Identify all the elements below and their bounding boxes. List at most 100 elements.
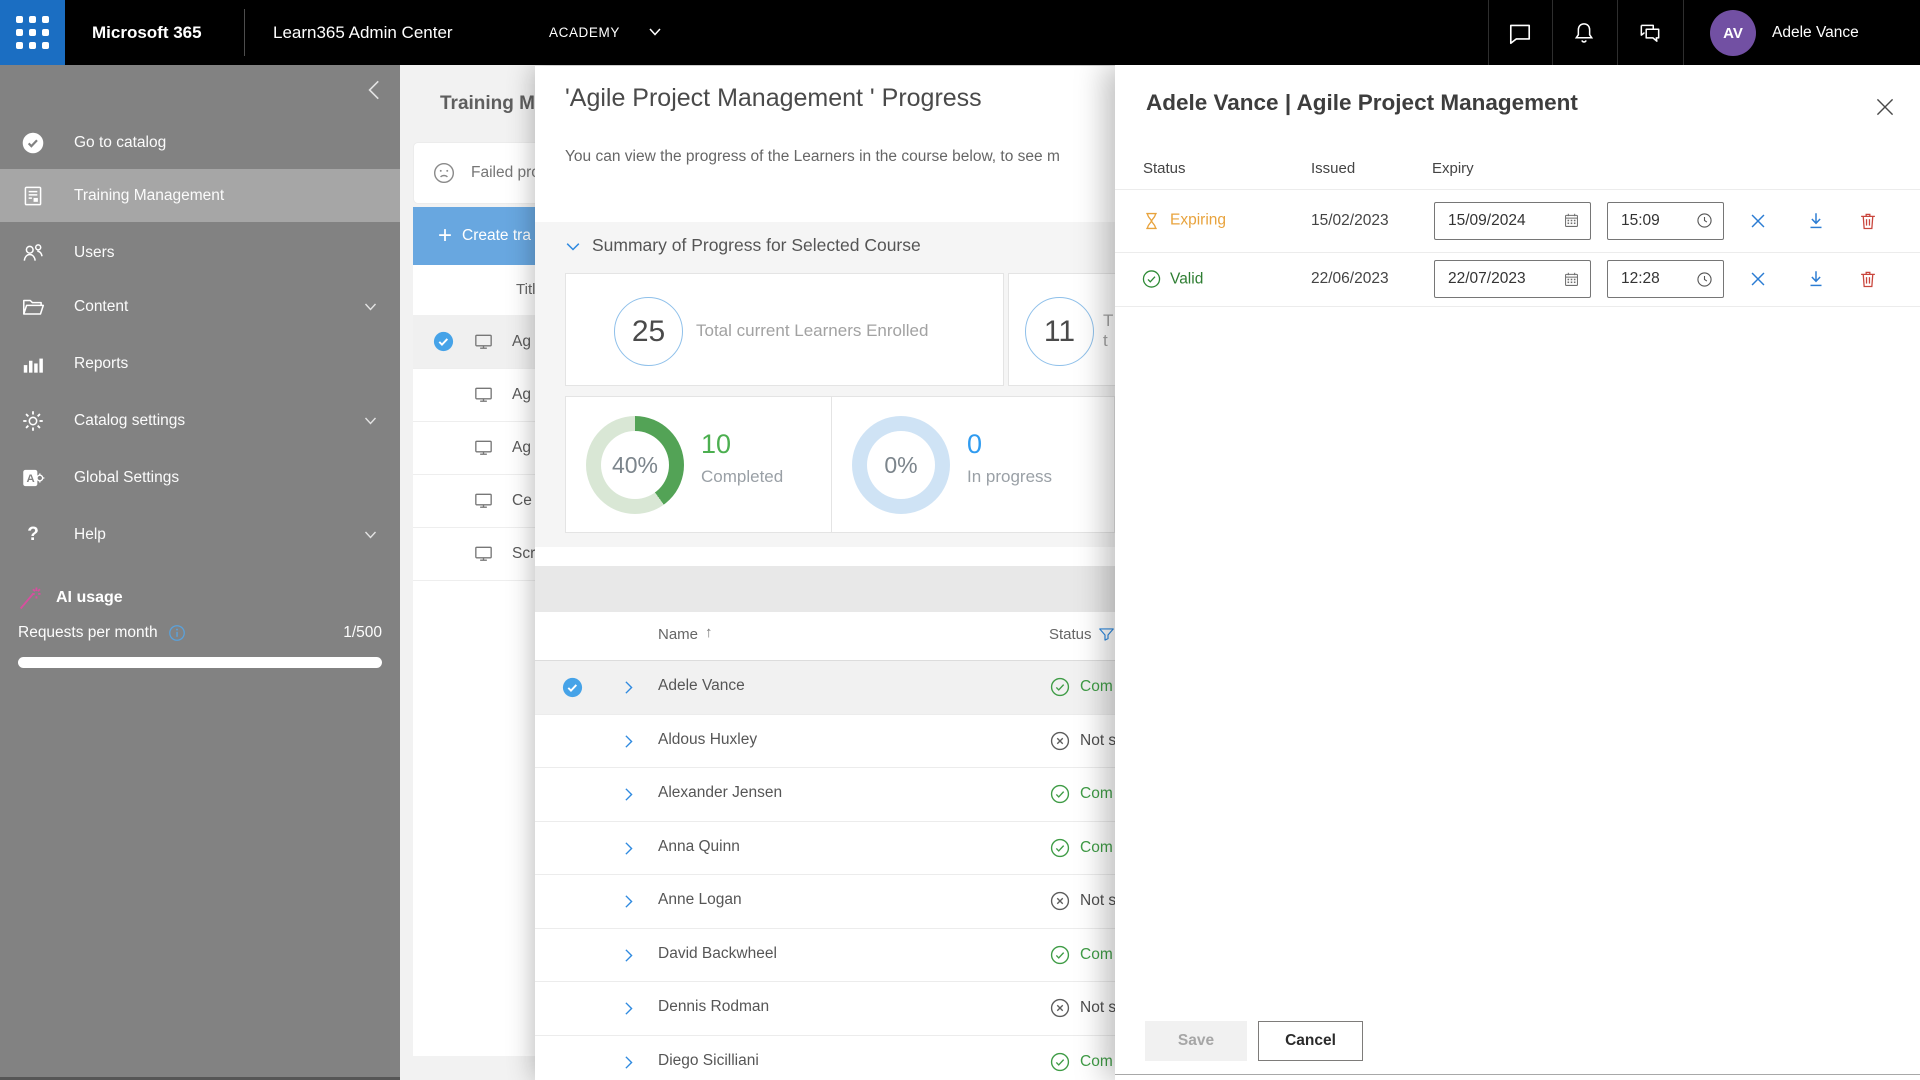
sidebar-item-reports[interactable]: Reports (0, 337, 400, 390)
chevron-down-icon[interactable] (363, 302, 378, 312)
sidebar-item-label: Help (74, 525, 106, 543)
info-icon[interactable] (167, 623, 187, 643)
folder-icon (20, 294, 46, 320)
certificate-row: Expiring 15/02/2023 15/09/2024 15:09 (1115, 189, 1920, 252)
clock-icon[interactable] (1695, 211, 1714, 230)
chat-icon[interactable] (1507, 20, 1533, 46)
magic-wand-icon (16, 584, 44, 612)
learner-row[interactable]: Dennis Rodman Not s (535, 982, 1115, 1036)
expiry-time-value: 12:28 (1621, 270, 1660, 287)
expiry-date-value: 15/09/2024 (1448, 211, 1526, 229)
sidebar-item-go-to-catalog[interactable]: Go to catalog (0, 116, 400, 169)
learner-table-header: Name ↑ Status (535, 612, 1115, 661)
learner-row[interactable]: Anna Quinn Com (535, 822, 1115, 875)
issued-date: 22/06/2023 (1311, 270, 1389, 287)
expand-chevron-icon[interactable] (618, 731, 639, 752)
app-launcher-button[interactable] (0, 0, 65, 65)
course-monitor-icon (472, 489, 495, 512)
learner-name: Dennis Rodman (658, 998, 770, 1015)
certificate-status: Valid (1141, 269, 1203, 290)
expand-chevron-icon[interactable] (618, 1052, 639, 1073)
collapse-summary-chevron-icon[interactable] (563, 237, 583, 257)
selected-check-icon[interactable] (561, 676, 584, 699)
requests-progress-bar (18, 657, 382, 668)
clear-expiry-icon[interactable] (1747, 210, 1769, 232)
download-certificate-icon[interactable] (1805, 268, 1827, 290)
notifications-bell-icon[interactable] (1571, 20, 1597, 46)
stat-card-enrolled: 25 Total current Learners Enrolled (565, 273, 1004, 386)
failed-filter-label: Failed pro (471, 164, 540, 181)
users-icon (20, 240, 46, 266)
chevron-down-icon[interactable] (363, 530, 378, 540)
donut-label: In progress (967, 467, 1053, 486)
expand-chevron-icon[interactable] (618, 891, 639, 912)
summary-section-header[interactable]: Summary of Progress for Selected Course (592, 235, 921, 256)
donut-value: 10 (701, 429, 732, 459)
completed-check-circle-icon (1049, 783, 1071, 805)
certificate-row: Valid 22/06/2023 22/07/2023 12:28 (1115, 252, 1920, 306)
learner-row[interactable]: Anne Logan Not s (535, 875, 1115, 929)
expiry-date-input[interactable]: 15/09/2024 (1434, 201, 1591, 240)
save-button[interactable]: Save (1145, 1021, 1247, 1061)
sidebar-item-label: Reports (74, 354, 129, 372)
calendar-icon[interactable] (1562, 211, 1581, 230)
sidebar-item-help[interactable]: ? Help (0, 508, 400, 561)
close-icon[interactable] (1872, 94, 1898, 120)
requests-label: Requests per month (18, 624, 158, 641)
feedback-bubbles-icon[interactable] (1637, 20, 1663, 46)
learner-name: Anna Quinn (658, 837, 740, 855)
catalog-check-icon (20, 130, 46, 156)
delete-certificate-trash-icon[interactable] (1857, 210, 1879, 232)
status-column-header: Status (1143, 160, 1186, 177)
chevron-down-icon[interactable] (363, 416, 378, 426)
tenant-selector[interactable]: ACADEMY (549, 0, 620, 65)
sidebar-item-catalog-settings[interactable]: Catalog settings (0, 394, 400, 447)
sidebar-item-training-management[interactable]: Training Management (0, 169, 400, 222)
sidebar: Go to catalog Training Management Users (0, 65, 400, 1080)
expiry-time-value: 15:09 (1621, 211, 1660, 229)
download-certificate-icon[interactable] (1805, 210, 1827, 232)
name-column-header[interactable]: Name (658, 626, 698, 643)
learner-row[interactable]: Alexander Jensen Com (535, 768, 1115, 822)
sidebar-item-global-settings[interactable]: A Global Settings (0, 451, 400, 504)
stat-value-circle: 25 (614, 297, 683, 366)
learner-status: Not s (1080, 892, 1115, 909)
topbar-separator (1488, 0, 1489, 65)
chevron-down-icon[interactable] (648, 27, 662, 37)
course-progress-dialog: 'Agile Project Management ' Progress You… (535, 66, 1115, 1080)
expiry-time-input[interactable]: 15:09 (1607, 201, 1724, 240)
expand-chevron-icon[interactable] (618, 677, 639, 698)
issued-date: 15/02/2023 (1311, 211, 1389, 229)
expiry-time-input[interactable]: 12:28 (1607, 260, 1724, 298)
collapse-sidebar-chevron-icon[interactable] (362, 77, 388, 103)
donut-value: 0 (967, 429, 983, 459)
sidebar-item-users[interactable]: Users (0, 226, 400, 279)
sad-face-icon (431, 160, 457, 186)
avatar[interactable]: AV (1710, 10, 1756, 56)
requests-per-month-row: Requests per month 1/500 (18, 620, 382, 646)
sidebar-item-content[interactable]: Content (0, 280, 400, 333)
expand-chevron-icon[interactable] (618, 998, 639, 1019)
stat-value-circle: 11 (1025, 297, 1094, 366)
expiry-date-value: 22/07/2023 (1448, 270, 1526, 287)
learner-row[interactable]: David Backwheel Com (535, 929, 1115, 982)
expiry-date-input[interactable]: 22/07/2023 (1434, 260, 1591, 298)
selected-check-icon[interactable] (432, 330, 455, 353)
learner-row[interactable]: Diego Sicilliani Com (535, 1036, 1115, 1080)
delete-certificate-trash-icon[interactable] (1857, 268, 1879, 290)
expand-chevron-icon[interactable] (618, 838, 639, 859)
sort-ascending-icon[interactable]: ↑ (705, 624, 713, 641)
learner-row[interactable]: Adele Vance Com (535, 661, 1115, 715)
expand-chevron-icon[interactable] (618, 784, 639, 805)
sidebar-item-ai-usage[interactable]: AI usage (0, 578, 400, 618)
clock-icon[interactable] (1695, 270, 1714, 289)
cancel-button[interactable]: Cancel (1258, 1021, 1363, 1061)
clear-expiry-icon[interactable] (1747, 268, 1769, 290)
svg-text:A: A (27, 473, 35, 485)
calendar-icon[interactable] (1562, 270, 1581, 289)
filter-funnel-icon[interactable] (1097, 625, 1115, 644)
expiry-column-header: Expiry (1432, 160, 1474, 177)
expand-chevron-icon[interactable] (618, 945, 639, 966)
status-column-header[interactable]: Status (1049, 626, 1092, 643)
learner-row[interactable]: Aldous Huxley Not s (535, 715, 1115, 768)
